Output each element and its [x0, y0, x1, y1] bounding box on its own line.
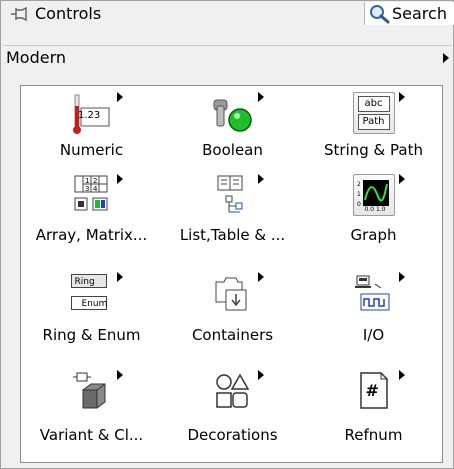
item-label: I/O [362, 326, 385, 344]
submenu-arrow-icon [116, 370, 123, 380]
search-label: Search [392, 4, 447, 23]
variant-class-icon [71, 370, 123, 412]
item-label: Numeric [59, 141, 124, 159]
containers-icon [212, 272, 264, 314]
string-path-icon: abc Path [352, 92, 405, 134]
item-label: Array, Matrix... [35, 226, 148, 244]
submenu-arrow-icon [398, 370, 405, 380]
decorations-icon [212, 370, 264, 412]
submenu-arrow-icon [398, 92, 405, 102]
submenu-arrow-icon [257, 272, 264, 282]
palette-item-string-path[interactable]: abc Path String & Path [303, 86, 444, 174]
submenu-arrow-icon [116, 92, 123, 102]
svg-text:4: 4 [93, 185, 98, 193]
item-label: List,Table & ... [179, 226, 286, 244]
palette-item-refnum[interactable]: # Refnum [303, 370, 444, 462]
submenu-arrow-icon [398, 174, 405, 184]
svg-text:1: 1 [357, 191, 361, 198]
submenu-arrow-icon [257, 92, 264, 102]
refnum-symbol: # [365, 381, 379, 400]
controls-palette: Controls Search Modern 1.23 Numeric Bool… [0, 0, 454, 469]
submenu-arrow-icon [398, 272, 405, 282]
graph-icon: 2 1 0 0.0 1.0 [352, 174, 405, 216]
palette-item-variant-class[interactable]: Variant & Cl... [21, 370, 162, 462]
submenu-arrow-icon [116, 272, 123, 282]
palette-grid: 1.23 Numeric Boolean abc Path String & P… [21, 86, 442, 462]
palette-item-decorations[interactable]: Decorations [162, 370, 303, 462]
item-label: Boolean [202, 141, 263, 159]
ring-text: Ring [70, 274, 107, 288]
item-label: Graph [350, 226, 397, 244]
category-header-modern[interactable]: Modern [1, 45, 453, 71]
item-label: Refnum [344, 426, 403, 444]
palette-item-io[interactable]: I/O [303, 272, 444, 364]
item-label: Ring & Enum [42, 326, 141, 344]
submenu-arrow-icon [116, 174, 123, 184]
svg-text:3: 3 [85, 185, 89, 193]
category-label: Modern [6, 48, 67, 67]
item-label: String & Path [324, 141, 423, 159]
path-text: Path [357, 114, 390, 130]
enum-text: Enum [70, 296, 107, 310]
boolean-icon [212, 92, 264, 134]
submenu-arrow-icon [257, 174, 264, 184]
svg-text:2: 2 [93, 177, 97, 185]
svg-text:2: 2 [357, 181, 361, 188]
palette-item-graph[interactable]: 2 1 0 0.0 1.0 Graph [303, 174, 444, 262]
palette-item-containers[interactable]: Containers [162, 272, 303, 364]
palette-item-boolean[interactable]: Boolean [162, 86, 303, 174]
search-button[interactable]: Search [364, 2, 454, 25]
ring-enum-icon: Ring Enum [70, 272, 123, 314]
submenu-arrow-icon [257, 370, 264, 380]
palette-content: 1.23 Numeric Boolean abc Path String & P… [20, 85, 443, 463]
palette-item-ring-enum[interactable]: Ring Enum Ring & Enum [21, 272, 162, 364]
palette-titlebar: Controls Search [1, 1, 454, 27]
numeric-icon-value: 1.23 [78, 110, 101, 121]
item-label: Containers [191, 326, 274, 344]
item-label: Decorations [187, 426, 278, 444]
io-icon [353, 272, 405, 314]
palette-item-array-matrix[interactable]: 1 2 3 4 Array, Matrix... [21, 174, 162, 262]
refnum-icon: # [353, 370, 405, 412]
string-abc-text: abc [357, 96, 390, 112]
svg-text:1: 1 [85, 177, 89, 185]
category-arrow-icon [443, 53, 449, 63]
array-matrix-icon: 1 2 3 4 [71, 174, 123, 216]
svg-text:0: 0 [357, 201, 361, 208]
palette-title: Controls [35, 4, 102, 23]
pin-icon[interactable] [9, 5, 31, 23]
graph-ticks: 0.0 1.0 [364, 206, 386, 213]
list-table-icon [212, 174, 264, 216]
search-icon [370, 5, 390, 24]
item-label: Variant & Cl... [39, 426, 144, 444]
palette-item-numeric[interactable]: 1.23 Numeric [21, 86, 162, 174]
palette-item-list-table[interactable]: List,Table & ... [162, 174, 303, 262]
